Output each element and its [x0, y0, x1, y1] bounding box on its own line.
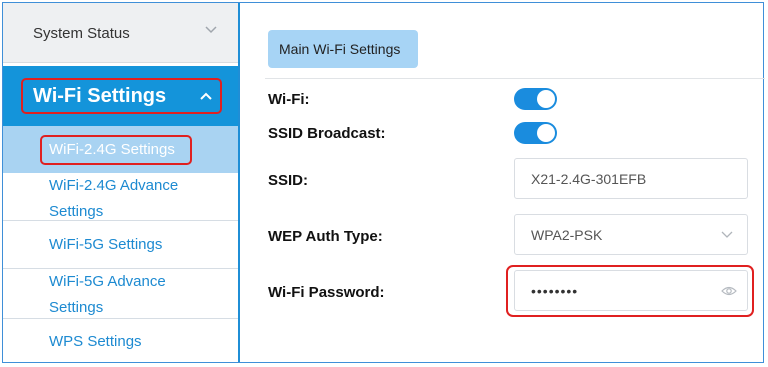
ssid-label: SSID:: [268, 172, 309, 189]
chevron-down-icon: [205, 26, 217, 34]
sidebar-item-wifi-settings[interactable]: Wi-Fi Settings: [3, 66, 238, 126]
sidebar-item-label: WiFi-2.4G Advance Settings: [49, 177, 179, 220]
auth-type-label: WEP Auth Type:: [268, 228, 383, 245]
sidebar-item-label: WiFi-2.4G Settings: [49, 141, 175, 158]
sidebar-item-wps-settings[interactable]: WPS Settings: [3, 319, 238, 362]
password-label: Wi-Fi Password:: [268, 284, 385, 301]
auth-type-select[interactable]: WPA2-PSK: [514, 214, 748, 255]
sidebar-item-label: WiFi-5G Settings: [49, 236, 163, 253]
ssid-value: X21-2.4G-301EFB: [531, 171, 647, 187]
tab-divider: [265, 78, 765, 79]
ssid-broadcast-label: SSID Broadcast:: [268, 125, 386, 142]
tab-main-wifi-settings[interactable]: Main Wi-Fi Settings: [268, 30, 418, 68]
wifi-label: Wi-Fi:: [268, 91, 310, 108]
eye-icon[interactable]: [721, 285, 737, 297]
tab-label: Main Wi-Fi Settings: [279, 41, 401, 57]
sidebar: System Status Wi-Fi Settings WiFi-2.4G S…: [3, 3, 240, 362]
ssid-input[interactable]: X21-2.4G-301EFB: [514, 158, 748, 199]
sidebar-item-wifi-2-4g-advance[interactable]: WiFi-2.4G Advance Settings: [3, 173, 238, 221]
wifi-settings-label: Wi-Fi Settings: [33, 85, 167, 107]
sidebar-item-wifi-2-4g-settings[interactable]: WiFi-2.4G Settings: [3, 126, 238, 173]
sidebar-item-system-status[interactable]: System Status: [3, 3, 238, 63]
ssid-broadcast-toggle[interactable]: [514, 122, 557, 144]
auth-type-value: WPA2-PSK: [531, 227, 603, 243]
chevron-down-icon: [721, 231, 733, 238]
toggle-knob: [537, 90, 555, 108]
sidebar-item-label: WiFi-5G Advance Settings: [49, 273, 166, 316]
password-input[interactable]: ••••••••: [514, 270, 748, 311]
chevron-up-icon: [200, 92, 212, 100]
password-value: ••••••••: [531, 283, 579, 299]
sidebar-item-label: WPS Settings: [49, 333, 142, 350]
toggle-knob: [537, 124, 555, 142]
sidebar-item-wifi-5g-settings[interactable]: WiFi-5G Settings: [3, 221, 238, 269]
wifi-toggle[interactable]: [514, 88, 557, 110]
system-status-label: System Status: [33, 25, 130, 42]
sidebar-item-wifi-5g-advance[interactable]: WiFi-5G Advance Settings: [3, 269, 238, 319]
